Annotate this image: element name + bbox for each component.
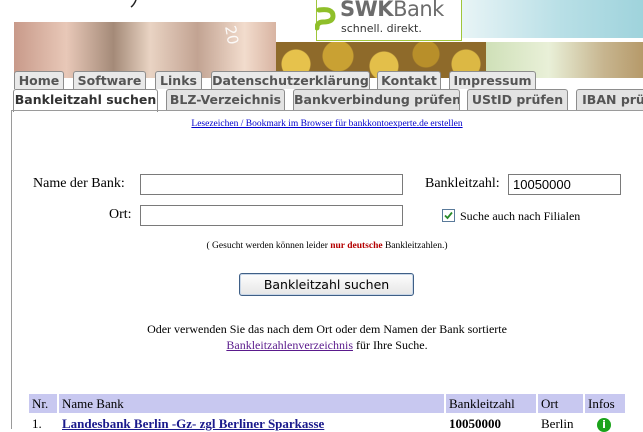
logo-name: SWKBank — [340, 0, 444, 21]
checkmark-icon — [444, 211, 453, 220]
blz-input[interactable] — [508, 174, 621, 195]
tab-blz-verzeichnis[interactable]: BLZ-Verzeichnis — [166, 89, 285, 110]
row-nr: 1. — [32, 416, 42, 431]
tab-impressum[interactable]: Impressum — [449, 71, 536, 89]
info-icon[interactable]: i — [597, 418, 611, 432]
blz-label: Bankleitzahl: — [425, 176, 500, 191]
ort-input[interactable] — [140, 205, 403, 226]
search-button[interactable]: Bankleitzahl suchen — [239, 273, 414, 296]
header-banner: 20 SWKBank schnell. direkt. — [0, 0, 643, 78]
col-header-name: Name Bank — [59, 394, 444, 413]
note-highlight: nur deutsche — [330, 241, 383, 251]
alternative-text-line2: Bankleitzahlenverzeichnis für Ihre Suche… — [226, 338, 428, 352]
row-blz: 10050000 — [449, 416, 501, 431]
tab-divider — [11, 110, 643, 111]
banknote-number: 20 — [221, 24, 243, 46]
row-ort: Berlin — [541, 416, 574, 431]
filialen-checkbox[interactable] — [442, 209, 455, 222]
row-bank-name-link[interactable]: Landesbank Berlin -Gz- zgl Berliner Spar… — [59, 416, 324, 432]
bank-name-label: Name der Bank: — [33, 176, 125, 191]
alternative-text: Oder verwenden Sie das nach dem Ort oder… — [147, 322, 507, 336]
tab-home[interactable]: Home — [14, 71, 64, 89]
col-header-ort: Ort — [538, 394, 583, 413]
search-note: ( Gesucht werden können leider nur deuts… — [206, 241, 448, 251]
swkbank-logo[interactable]: SWKBank schnell. direkt. — [315, 0, 462, 41]
tab-bankverbindung-pruefen[interactable]: Bankverbindung prüfen — [293, 89, 460, 110]
bookmark-link[interactable]: Lesezeichen / Bookmark im Browser für ba… — [0, 119, 643, 129]
ort-label: Ort: — [109, 207, 132, 222]
banner-mark — [130, 0, 137, 8]
bank-name-input[interactable] — [140, 174, 403, 195]
logo-slogan: schnell. direkt. — [341, 22, 422, 35]
blz-verzeichnis-link[interactable]: Bankleitzahlenverzeichnis — [226, 338, 353, 352]
tab-ustid-pruefen[interactable]: UStID prüfen — [467, 89, 568, 110]
tab-kontakt[interactable]: Kontakt — [377, 71, 441, 89]
col-header-nr: Nr. — [29, 394, 57, 413]
content-border — [11, 110, 12, 429]
col-header-blz: Bankleitzahl — [446, 394, 536, 413]
banner-background — [462, 0, 643, 38]
tab-datenschutzerklaerung[interactable]: Datenschutzerklärung — [211, 71, 370, 89]
logo-icon — [315, 7, 336, 31]
tab-bankleitzahl-suchen[interactable]: Bankleitzahl suchen — [13, 89, 158, 112]
tab-iban-pruefen[interactable]: IBAN prü — [576, 89, 643, 110]
filialen-label: Suche auch nach Filialen — [460, 209, 581, 223]
col-header-infos: Infos — [585, 394, 625, 413]
tab-links[interactable]: Links — [155, 71, 202, 89]
tab-software[interactable]: Software — [73, 71, 146, 89]
